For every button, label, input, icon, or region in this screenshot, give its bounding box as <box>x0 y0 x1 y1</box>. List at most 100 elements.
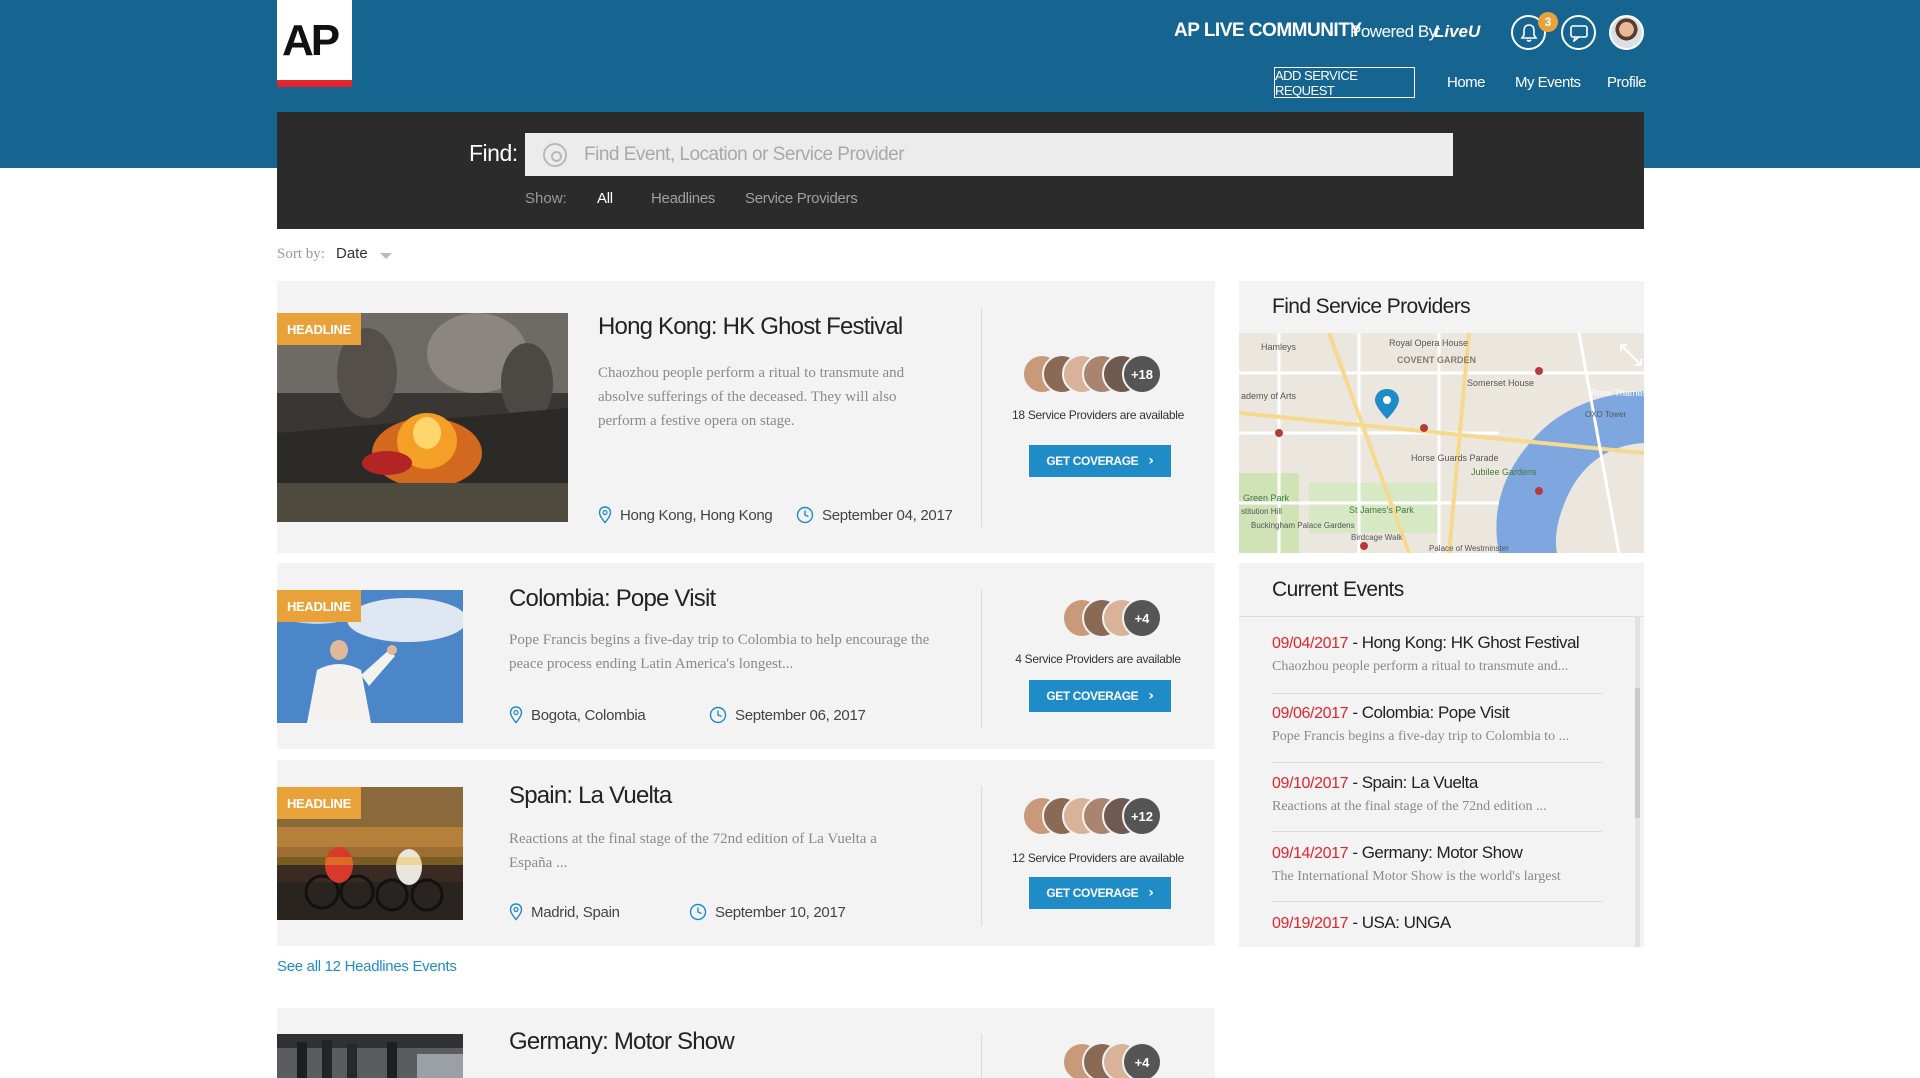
date-text: September 06, 2017 <box>735 706 866 724</box>
get-coverage-button[interactable]: GET COVERAGE › <box>1029 445 1171 477</box>
get-coverage-label: GET COVERAGE <box>1046 689 1139 703</box>
map-label: Green Park <box>1243 493 1290 503</box>
tab-service-providers[interactable]: Service Providers <box>745 190 858 207</box>
chevron-right-icon: › <box>1148 688 1154 704</box>
sort-label: Sort by: <box>277 246 325 262</box>
messages-icon[interactable] <box>1561 15 1596 50</box>
date-text: September 10, 2017 <box>715 903 846 921</box>
provider-avatars[interactable]: +4 <box>1062 598 1182 640</box>
current-event-desc: Chaozhou people perform a ritual to tran… <box>1272 659 1569 674</box>
more-providers-count: +18 <box>1122 354 1162 394</box>
map-label: St James's Park <box>1349 505 1414 515</box>
event-description: Pope Francis begins a five-day trip to C… <box>509 632 930 672</box>
chevron-right-icon: › <box>1148 453 1154 469</box>
location-pin-icon <box>598 506 612 524</box>
panel-divider <box>1239 616 1644 617</box>
clock-icon <box>709 706 727 724</box>
current-event-desc: The International Motor Show is the worl… <box>1272 869 1561 884</box>
add-service-request-button[interactable]: ADD SERVICE REQUEST <box>1274 67 1415 98</box>
location-text: Bogota, Colombia <box>531 706 646 724</box>
current-event-title: - Spain: La Vuelta <box>1348 773 1478 792</box>
search-input[interactable]: Find Event, Location or Service Provider <box>525 133 1453 176</box>
date-text: September 04, 2017 <box>822 506 953 524</box>
show-label: Show: <box>525 190 567 207</box>
location-text: Hong Kong, Hong Kong <box>620 506 773 524</box>
event-location: Madrid, Spain <box>509 903 620 921</box>
location-text: Madrid, Spain <box>531 903 620 921</box>
list-divider <box>1272 831 1602 832</box>
nav-my-events[interactable]: My Events <box>1515 74 1581 91</box>
tab-all[interactable]: All <box>597 190 613 207</box>
event-title[interactable]: Germany: Motor Show <box>509 1028 735 1056</box>
location-pin-icon <box>509 903 523 921</box>
map-label: stitution Hill <box>1241 507 1282 516</box>
map-label: Buckingham Palace Gardens <box>1251 521 1355 530</box>
event-date: September 04, 2017 <box>796 506 953 524</box>
provider-avatars[interactable]: +12 <box>1022 796 1182 838</box>
provider-avatars[interactable]: +4 <box>1062 1042 1182 1078</box>
map[interactable]: Hamleys Royal Opera House COVENT GARDEN … <box>1239 333 1644 553</box>
providers-available: 12 Service Providers are available <box>1012 851 1184 865</box>
event-title[interactable]: Hong Kong: HK Ghost Festival <box>598 313 903 341</box>
ap-logo[interactable]: AP <box>277 0 352 87</box>
current-event-item[interactable]: 09/04/2017 - Hong Kong: HK Ghost Festiva… <box>1272 633 1602 675</box>
current-event-date: 09/10/2017 <box>1272 775 1349 792</box>
current-event-date: 09/14/2017 <box>1272 845 1349 862</box>
providers-available: 18 Service Providers are available <box>1012 408 1184 422</box>
event-location: Hong Kong, Hong Kong <box>598 506 773 524</box>
map-label: Hamleys <box>1261 342 1297 352</box>
current-event-desc: Reactions at the final stage of the 72nd… <box>1272 799 1547 814</box>
liveu-logo: LiveU <box>1434 22 1481 41</box>
nav-profile[interactable]: Profile <box>1607 74 1647 91</box>
event-location: Bogota, Colombia <box>509 706 646 724</box>
event-title[interactable]: Spain: La Vuelta <box>509 782 672 810</box>
clock-icon <box>796 506 814 524</box>
map-label: Somerset House <box>1467 378 1534 388</box>
powered-by-label: Powered By: <box>1350 22 1441 41</box>
logo-red-bar <box>277 80 352 87</box>
current-event-date: 09/06/2017 <box>1272 705 1349 722</box>
event-description: Reactions at the final stage of the 72nd… <box>509 831 877 871</box>
event-description: Chaozhou people perform a ritual to tran… <box>598 365 905 429</box>
more-providers-count: +12 <box>1122 796 1162 836</box>
community-title: AP LIVE COMMUNITY <box>1174 20 1362 41</box>
provider-avatars[interactable]: +18 <box>1022 354 1182 396</box>
list-divider <box>1272 901 1602 902</box>
providers-available: 4 Service Providers are available <box>1015 652 1181 666</box>
find-label: Find: <box>469 140 518 166</box>
panel-title: Find Service Providers <box>1272 295 1471 318</box>
current-event-date: 09/19/2017 <box>1272 915 1349 932</box>
more-providers-count: +4 <box>1122 1042 1162 1078</box>
scrollbar[interactable] <box>1635 616 1640 947</box>
current-events-panel: Current Events 09/04/2017 - Hong Kong: H… <box>1239 563 1644 947</box>
current-event-item[interactable]: 09/19/2017 - USA: UNGA <box>1272 913 1602 933</box>
current-event-item[interactable]: 09/06/2017 - Colombia: Pope Visit Pope F… <box>1272 703 1602 745</box>
card-divider <box>981 1034 982 1078</box>
map-label: Birdcage Walk <box>1351 533 1403 542</box>
event-card: HEADLINE Spain: La Vuelta Reactions at t… <box>277 760 1215 946</box>
map-label: COVENT GARDEN <box>1397 355 1476 365</box>
user-avatar[interactable] <box>1609 15 1644 50</box>
nav-home[interactable]: Home <box>1447 74 1486 91</box>
chevron-down-icon[interactable] <box>380 253 392 259</box>
tab-headlines[interactable]: Headlines <box>651 190 715 207</box>
get-coverage-button[interactable]: GET COVERAGE › <box>1029 877 1171 909</box>
current-event-title: - Germany: Motor Show <box>1348 843 1523 862</box>
map-label: River Thames <box>1591 388 1644 398</box>
get-coverage-label: GET COVERAGE <box>1046 886 1139 900</box>
see-all-headlines-link[interactable]: See all 12 Headlines Events <box>277 958 457 975</box>
current-event-item[interactable]: 09/14/2017 - Germany: Motor Show The Int… <box>1272 843 1602 885</box>
current-event-title: - USA: UNGA <box>1348 913 1451 932</box>
current-event-item[interactable]: 09/10/2017 - Spain: La Vuelta Reactions … <box>1272 773 1602 815</box>
get-coverage-label: GET COVERAGE <box>1046 454 1139 468</box>
headline-badge: HEADLINE <box>277 590 361 622</box>
get-coverage-button[interactable]: GET COVERAGE › <box>1029 680 1171 712</box>
sort-select[interactable]: Date <box>336 245 368 262</box>
event-thumbnail[interactable] <box>277 1034 463 1078</box>
search-panel: Find: Find Event, Location or Service Pr… <box>277 112 1644 229</box>
scrollbar-thumb[interactable] <box>1635 688 1640 818</box>
chevron-right-icon: › <box>1148 885 1154 901</box>
event-title[interactable]: Colombia: Pope Visit <box>509 585 716 613</box>
current-event-desc: Pope Francis begins a five-day trip to C… <box>1272 729 1570 744</box>
logo-text: AP <box>282 16 340 65</box>
